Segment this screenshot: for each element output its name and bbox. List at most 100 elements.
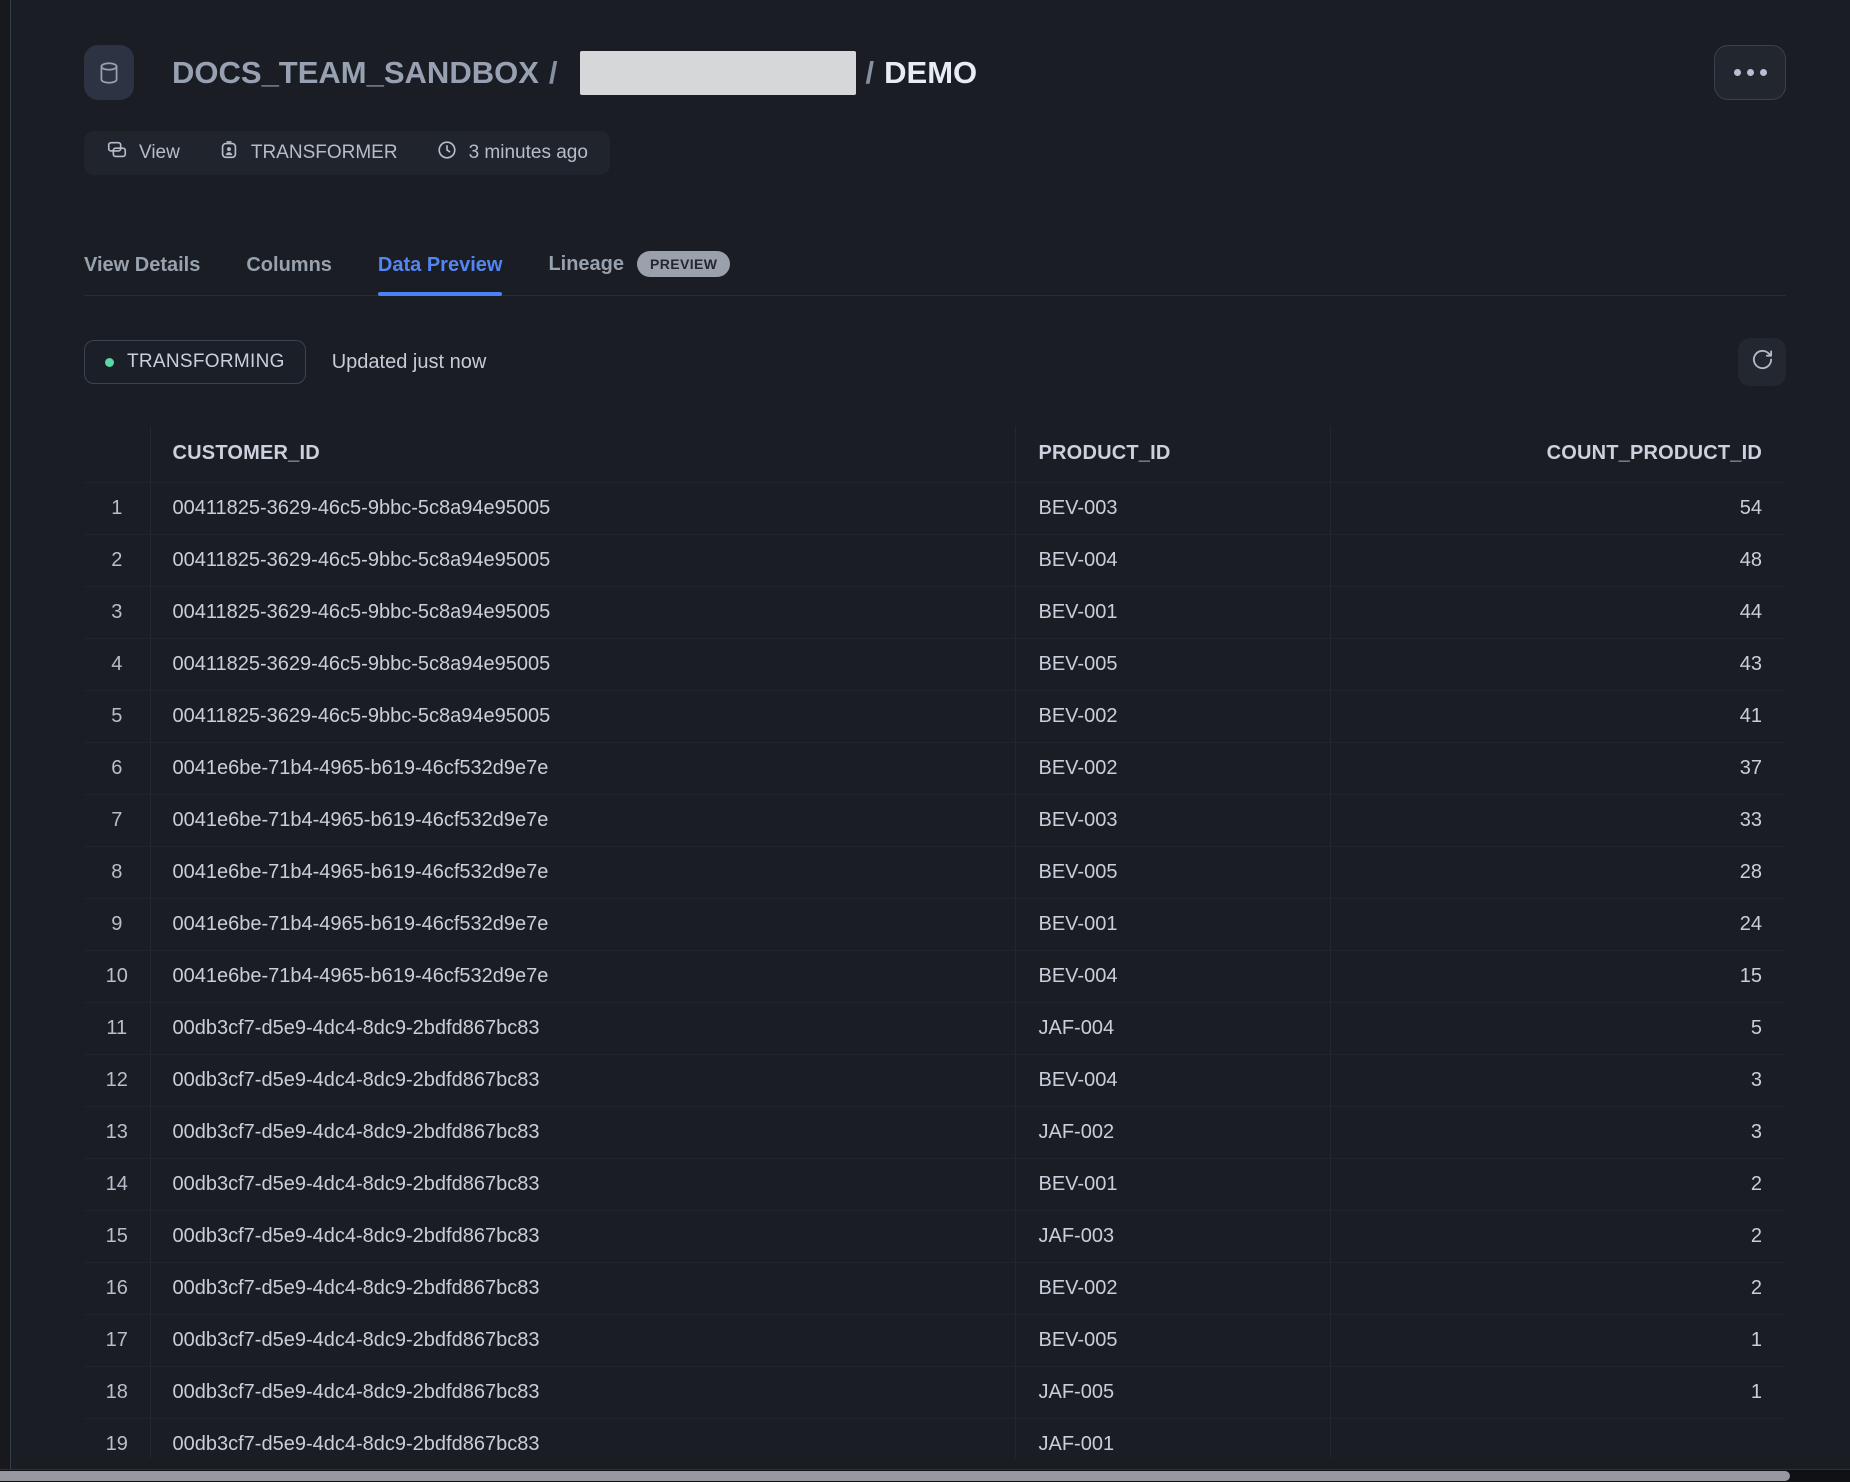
breadcrumb-database: DOCS_TEAM_SANDBOX — [172, 55, 539, 91]
count-cell: 41 — [1330, 690, 1786, 742]
table-row: 16 00db3cf7-d5e9-4dc4-8dc9-2bdfd867bc83 … — [84, 1262, 1786, 1314]
breadcrumb-schema-redacted — [580, 51, 856, 95]
row-number-cell: 4 — [84, 638, 150, 690]
customer-id-cell: 00db3cf7-d5e9-4dc4-8dc9-2bdfd867bc83 — [150, 1210, 1015, 1262]
product-id-cell: BEV-002 — [1015, 742, 1330, 794]
count-cell: 48 — [1330, 534, 1786, 586]
customer-id-cell: 0041e6be-71b4-4965-b619-46cf532d9e7e — [150, 846, 1015, 898]
updated-text: Updated just now — [332, 351, 487, 374]
meta-badges-pill: View TRANSFORMER — [84, 131, 610, 175]
tab-view-details[interactable]: View Details — [84, 254, 200, 295]
more-options-button[interactable] — [1714, 45, 1786, 100]
status-row: TRANSFORMING Updated just now — [84, 338, 1786, 386]
tab-label: Data Preview — [378, 254, 503, 277]
status-dot-icon — [105, 358, 114, 367]
object-type-badge: View — [106, 139, 180, 167]
count-cell: 54 — [1330, 482, 1786, 534]
count-cell: 1 — [1330, 1314, 1786, 1366]
customer-id-cell: 0041e6be-71b4-4965-b619-46cf532d9e7e — [150, 950, 1015, 1002]
count-cell: 43 — [1330, 638, 1786, 690]
refresh-button[interactable] — [1738, 338, 1786, 386]
breadcrumb-object: DEMO — [884, 55, 977, 91]
panel-left-edge — [0, 0, 11, 1482]
table-row: 8 0041e6be-71b4-4965-b619-46cf532d9e7e B… — [84, 846, 1786, 898]
count-cell: 15 — [1330, 950, 1786, 1002]
count-cell: 2 — [1330, 1210, 1786, 1262]
product-id-cell: BEV-005 — [1015, 1314, 1330, 1366]
product-id-cell: BEV-001 — [1015, 1158, 1330, 1210]
id-badge-icon — [218, 139, 240, 167]
count-cell: 37 — [1330, 742, 1786, 794]
row-number-cell: 8 — [84, 846, 150, 898]
table-row: 14 00db3cf7-d5e9-4dc4-8dc9-2bdfd867bc83 … — [84, 1158, 1786, 1210]
table-header-row: CUSTOMER_ID PRODUCT_ID COUNT_PRODUCT_ID — [84, 426, 1786, 482]
table-row: 18 00db3cf7-d5e9-4dc4-8dc9-2bdfd867bc83 … — [84, 1366, 1786, 1418]
count-cell: 28 — [1330, 846, 1786, 898]
product-id-cell: JAF-004 — [1015, 1002, 1330, 1054]
count-cell: 44 — [1330, 586, 1786, 638]
tab-label: Columns — [246, 254, 332, 277]
customer-id-cell: 00411825-3629-46c5-9bbc-5c8a94e95005 — [150, 482, 1015, 534]
product-id-cell: BEV-005 — [1015, 846, 1330, 898]
row-number-cell: 1 — [84, 482, 150, 534]
customer-id-cell: 00411825-3629-46c5-9bbc-5c8a94e95005 — [150, 690, 1015, 742]
table-row: 19 00db3cf7-d5e9-4dc4-8dc9-2bdfd867bc83 … — [84, 1418, 1786, 1458]
row-number-cell: 15 — [84, 1210, 150, 1262]
database-icon — [84, 45, 134, 100]
ellipsis-horizontal-icon — [1760, 69, 1767, 76]
customer-id-cell: 00db3cf7-d5e9-4dc4-8dc9-2bdfd867bc83 — [150, 1418, 1015, 1458]
table-row: 2 00411825-3629-46c5-9bbc-5c8a94e95005 B… — [84, 534, 1786, 586]
row-number-cell: 11 — [84, 1002, 150, 1054]
product-id-cell: BEV-005 — [1015, 638, 1330, 690]
customer-id-cell: 00db3cf7-d5e9-4dc4-8dc9-2bdfd867bc83 — [150, 1262, 1015, 1314]
node-detail-panel: DOCS_TEAM_SANDBOX / / DEMO View — [84, 0, 1786, 1458]
product-id-cell: BEV-002 — [1015, 1262, 1330, 1314]
customer-id-cell: 00db3cf7-d5e9-4dc4-8dc9-2bdfd867bc83 — [150, 1106, 1015, 1158]
customer-id-cell: 0041e6be-71b4-4965-b619-46cf532d9e7e — [150, 898, 1015, 950]
tab-data-preview[interactable]: Data Preview — [378, 254, 503, 295]
row-number-cell: 6 — [84, 742, 150, 794]
customer-id-cell: 0041e6be-71b4-4965-b619-46cf532d9e7e — [150, 794, 1015, 846]
table-row: 6 0041e6be-71b4-4965-b619-46cf532d9e7e B… — [84, 742, 1786, 794]
last-modified-badge: 3 minutes ago — [436, 139, 588, 167]
row-number-cell: 13 — [84, 1106, 150, 1158]
customer-id-cell: 00411825-3629-46c5-9bbc-5c8a94e95005 — [150, 534, 1015, 586]
customer-id-cell: 00db3cf7-d5e9-4dc4-8dc9-2bdfd867bc83 — [150, 1002, 1015, 1054]
header: DOCS_TEAM_SANDBOX / / DEMO — [84, 45, 1786, 100]
status-label: TRANSFORMING — [127, 351, 285, 373]
stacked-cards-icon — [106, 139, 128, 167]
count-cell: 33 — [1330, 794, 1786, 846]
customer-id-cell: 00db3cf7-d5e9-4dc4-8dc9-2bdfd867bc83 — [150, 1314, 1015, 1366]
column-header-count-product-id: COUNT_PRODUCT_ID — [1330, 426, 1786, 482]
row-number-cell: 14 — [84, 1158, 150, 1210]
row-number-cell: 5 — [84, 690, 150, 742]
horizontal-scrollbar-thumb[interactable] — [0, 1471, 1790, 1481]
table-row: 7 0041e6be-71b4-4965-b619-46cf532d9e7e B… — [84, 794, 1786, 846]
tab-bar: View Details Columns Data Preview Lineag… — [84, 251, 1786, 296]
breadcrumb-separator: / — [866, 55, 875, 91]
product-id-cell: BEV-001 — [1015, 898, 1330, 950]
customer-id-cell: 00db3cf7-d5e9-4dc4-8dc9-2bdfd867bc83 — [150, 1054, 1015, 1106]
product-id-cell: BEV-003 — [1015, 794, 1330, 846]
table-row: 13 00db3cf7-d5e9-4dc4-8dc9-2bdfd867bc83 … — [84, 1106, 1786, 1158]
table-row: 15 00db3cf7-d5e9-4dc4-8dc9-2bdfd867bc83 … — [84, 1210, 1786, 1262]
row-number-cell: 7 — [84, 794, 150, 846]
ellipsis-horizontal-icon — [1747, 69, 1754, 76]
table-row: 5 00411825-3629-46c5-9bbc-5c8a94e95005 B… — [84, 690, 1786, 742]
refresh-clockwise-icon — [1751, 348, 1774, 376]
product-id-cell: BEV-002 — [1015, 690, 1330, 742]
count-cell: 3 — [1330, 1054, 1786, 1106]
product-id-cell: BEV-001 — [1015, 586, 1330, 638]
status-badge: TRANSFORMING — [84, 340, 306, 384]
row-number-cell: 19 — [84, 1418, 150, 1458]
row-number-cell: 9 — [84, 898, 150, 950]
tab-columns[interactable]: Columns — [246, 254, 332, 295]
table-row: 9 0041e6be-71b4-4965-b619-46cf532d9e7e B… — [84, 898, 1786, 950]
row-number-cell: 2 — [84, 534, 150, 586]
column-header-product-id: PRODUCT_ID — [1015, 426, 1330, 482]
table-row: 1 00411825-3629-46c5-9bbc-5c8a94e95005 B… — [84, 482, 1786, 534]
tab-lineage[interactable]: Lineage PREVIEW — [548, 251, 730, 295]
product-id-cell: JAF-001 — [1015, 1418, 1330, 1458]
row-number-cell: 17 — [84, 1314, 150, 1366]
table-row: 11 00db3cf7-d5e9-4dc4-8dc9-2bdfd867bc83 … — [84, 1002, 1786, 1054]
